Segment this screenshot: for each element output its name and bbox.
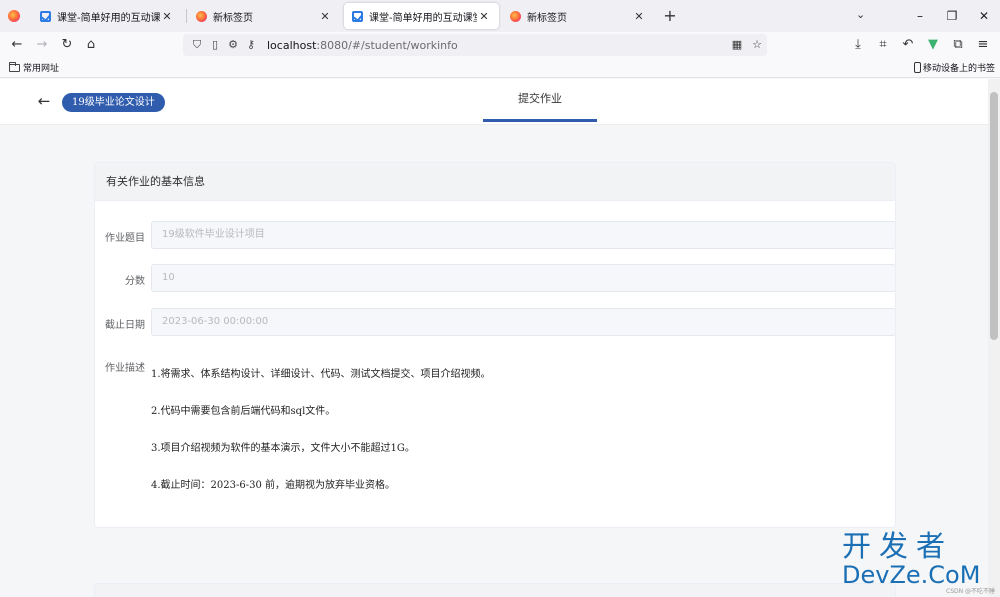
star-icon[interactable]: ☆ [749, 37, 765, 53]
close-icon[interactable]: ✕ [160, 10, 174, 23]
homework-title-field[interactable]: 19级软件毕业设计项目 [151, 221, 895, 249]
description-label: 作业描述 [105, 363, 145, 374]
bookmark-folder-common[interactable]: 常用网址 [9, 61, 59, 74]
bookmark-label: 移动设备上的书签 [923, 64, 996, 74]
score-field[interactable]: 10 [151, 264, 895, 292]
close-icon[interactable]: ✕ [632, 10, 646, 23]
permissions-icon[interactable]: ⚙ [225, 37, 241, 53]
description-line: 4.截止时间：2023-6-30 前，逾期视为放弃毕业资格。 [151, 480, 396, 491]
extensions-icon[interactable]: ⧉ [949, 36, 967, 54]
back-icon[interactable]: ← [8, 36, 26, 54]
watermark-credit: CSDN @不吃不睡 [946, 588, 996, 595]
url-bar[interactable]: ⛉ ▯ ⚙ ⚷ localhost:8080/#/student/workinf… [183, 34, 767, 56]
tab-title: 课堂-简单好用的互动课堂管理工 [57, 12, 160, 24]
watermark-en: DevZe.CoM [842, 561, 981, 589]
app-check-icon [352, 10, 363, 22]
minimize-icon[interactable]: – [910, 6, 930, 26]
url-text[interactable]: localhost:8080/#/student/workinfo [267, 39, 458, 52]
bookmarks-bar: 常用网址 移动设备上的书签 [0, 58, 1000, 78]
window-close-icon[interactable]: ✕ [974, 6, 994, 26]
browser-tab-1[interactable]: 课堂-简单好用的互动课堂管理工 ✕ [32, 3, 182, 29]
firefox-icon [196, 10, 207, 22]
tab-title: 课堂-简单好用的互动课堂管理工 [369, 12, 477, 24]
download-icon[interactable]: ⤓ [849, 36, 867, 54]
tab-submit-homework[interactable]: 提交作业 [483, 79, 597, 122]
close-icon[interactable]: ✕ [318, 10, 332, 23]
description-line: 2.代码中需要包含前后端代码和sql文件。 [151, 406, 336, 417]
url-host: localhost [267, 38, 317, 52]
description-line: 1.将需求、体系结构设计、详细设计、代码、测试文档提交、项目介绍视频。 [151, 369, 491, 380]
active-tab-indicator [483, 119, 597, 122]
page-icon[interactable]: ▯ [207, 37, 223, 53]
card-title: 有关作业的基本信息 [95, 163, 895, 201]
deadline-field[interactable]: 2023-06-30 00:00:00 [151, 308, 895, 336]
close-icon[interactable]: ✕ [477, 10, 491, 23]
key-icon[interactable]: ⚷ [243, 37, 259, 53]
scrollbar-thumb[interactable] [990, 92, 998, 340]
home-icon[interactable]: ⌂ [82, 36, 100, 54]
browser-tab-2[interactable]: 新标签页 ✕ [188, 3, 340, 29]
tab-separator [186, 9, 187, 23]
tab-strip: 课堂-简单好用的互动课堂管理工 ✕ 新标签页 ✕ 课堂-简单好用的互动课堂管理工… [0, 0, 1000, 32]
homework-info-card: 有关作业的基本信息 作业题目 19级软件毕业设计项目 分数 10 截止日期 20… [94, 162, 896, 528]
score-label: 分数 [125, 276, 145, 287]
mobile-icon [914, 62, 921, 73]
shield-icon[interactable]: ⛉ [189, 37, 205, 53]
next-card [94, 583, 896, 597]
navigation-bar: ← → ↻ ⌂ ⛉ ▯ ⚙ ⚷ localhost:8080/#/student… [0, 32, 1000, 58]
restore-icon[interactable]: ❐ [942, 6, 962, 26]
description-content: 1.将需求、体系结构设计、详细设计、代码、测试文档提交、项目介绍视频。 2.代码… [151, 367, 851, 515]
url-path: :8080/#/student/workinfo [316, 38, 458, 52]
firefox-view-icon[interactable] [0, 0, 28, 32]
folder-icon [9, 61, 20, 72]
bookmark-folder-mobile[interactable]: 移动设备上的书签 [914, 61, 995, 74]
forward-icon[interactable]: → [33, 36, 51, 54]
page-content: ← 19级毕业论文设计 提交作业 有关作业的基本信息 作业题目 19级软件毕业设… [0, 79, 988, 597]
new-tab-button[interactable]: + [663, 7, 677, 25]
title-label: 作业题目 [105, 233, 145, 244]
browser-tab-4[interactable]: 新标签页 ✕ [502, 3, 654, 29]
app-check-icon [40, 10, 51, 22]
tab-title: 新标签页 [527, 12, 567, 24]
bookmark-label: 常用网址 [23, 64, 60, 74]
watermark: 开发者 DevZe.CoM CSDN @不吃不睡 [842, 529, 996, 595]
vue-devtools-icon[interactable]: ▼ [924, 36, 942, 54]
menu-icon[interactable]: ≡ [974, 36, 992, 54]
crop-icon[interactable]: ⌗ [874, 36, 892, 54]
page-header: ← 19级毕业论文设计 提交作业 [0, 79, 988, 125]
undo-icon[interactable]: ↶ [899, 36, 917, 54]
course-badge[interactable]: 19级毕业论文设计 [62, 93, 165, 112]
qr-code-icon[interactable]: ▦ [729, 37, 745, 53]
browser-tab-3[interactable]: 课堂-简单好用的互动课堂管理工 ✕ [344, 3, 499, 29]
reload-icon[interactable]: ↻ [58, 36, 76, 54]
chevron-down-icon[interactable]: ⌄ [856, 8, 865, 21]
description-line: 3.项目介绍视频为软件的基本演示，文件大小不能超过1G。 [151, 443, 415, 454]
tab-title: 新标签页 [213, 12, 253, 24]
firefox-icon [510, 10, 521, 22]
watermark-cn: 开发者 [842, 529, 954, 563]
deadline-label: 截止日期 [105, 320, 145, 331]
arrow-left-icon[interactable]: ← [36, 93, 52, 109]
